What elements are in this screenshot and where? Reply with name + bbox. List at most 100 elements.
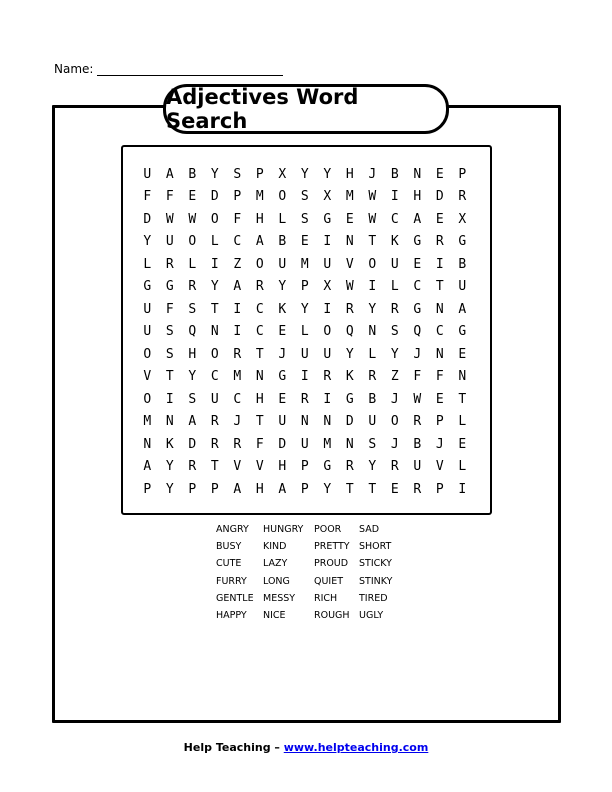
grid-cell[interactable]: T: [429, 276, 452, 299]
grid-cell[interactable]: Q: [181, 321, 204, 344]
grid-cell[interactable]: P: [294, 456, 317, 479]
grid-cell[interactable]: T: [361, 478, 384, 501]
grid-cell[interactable]: P: [249, 163, 272, 186]
grid-cell[interactable]: J: [429, 433, 452, 456]
grid-cell[interactable]: N: [159, 411, 182, 434]
grid-cell[interactable]: N: [451, 366, 474, 389]
grid-cell[interactable]: T: [249, 411, 272, 434]
grid-cell[interactable]: I: [226, 298, 249, 321]
grid-cell[interactable]: K: [339, 366, 362, 389]
grid-cell[interactable]: Y: [204, 163, 227, 186]
grid-cell[interactable]: J: [361, 163, 384, 186]
grid-cell[interactable]: H: [249, 478, 272, 501]
grid-cell[interactable]: Y: [294, 163, 317, 186]
grid-cell[interactable]: Y: [181, 366, 204, 389]
grid-cell[interactable]: U: [294, 433, 317, 456]
grid-cell[interactable]: W: [339, 276, 362, 299]
grid-cell[interactable]: R: [249, 276, 272, 299]
grid-cell[interactable]: R: [406, 478, 429, 501]
grid-cell[interactable]: J: [406, 343, 429, 366]
grid-cell[interactable]: X: [316, 186, 339, 209]
grid-cell[interactable]: A: [226, 478, 249, 501]
grid-cell[interactable]: R: [451, 186, 474, 209]
grid-cell[interactable]: S: [159, 343, 182, 366]
grid-cell[interactable]: L: [451, 411, 474, 434]
grid-cell[interactable]: H: [271, 456, 294, 479]
grid-cell[interactable]: M: [226, 366, 249, 389]
grid-cell[interactable]: W: [181, 208, 204, 231]
grid-cell[interactable]: R: [159, 253, 182, 276]
grid-cell[interactable]: R: [204, 433, 227, 456]
grid-cell[interactable]: I: [316, 388, 339, 411]
grid-cell[interactable]: U: [136, 298, 159, 321]
grid-cell[interactable]: A: [451, 298, 474, 321]
grid-cell[interactable]: W: [406, 388, 429, 411]
grid-cell[interactable]: E: [181, 186, 204, 209]
grid-cell[interactable]: Z: [384, 366, 407, 389]
grid-cell[interactable]: N: [429, 298, 452, 321]
grid-cell[interactable]: L: [384, 276, 407, 299]
grid-cell[interactable]: Y: [136, 231, 159, 254]
grid-cell[interactable]: P: [136, 478, 159, 501]
grid-cell[interactable]: O: [136, 388, 159, 411]
grid-cell[interactable]: M: [294, 253, 317, 276]
grid-cell[interactable]: I: [316, 231, 339, 254]
grid-cell[interactable]: X: [316, 276, 339, 299]
grid-cell[interactable]: D: [339, 411, 362, 434]
grid-cell[interactable]: Y: [294, 298, 317, 321]
grid-cell[interactable]: N: [249, 366, 272, 389]
grid-cell[interactable]: V: [339, 253, 362, 276]
grid-cell[interactable]: W: [361, 186, 384, 209]
grid-cell[interactable]: S: [361, 433, 384, 456]
grid-cell[interactable]: T: [159, 366, 182, 389]
grid-cell[interactable]: F: [159, 186, 182, 209]
grid-cell[interactable]: Q: [406, 321, 429, 344]
grid-cell[interactable]: C: [226, 231, 249, 254]
grid-cell[interactable]: M: [249, 186, 272, 209]
grid-cell[interactable]: K: [271, 298, 294, 321]
grid-cell[interactable]: B: [361, 388, 384, 411]
grid-cell[interactable]: P: [204, 478, 227, 501]
grid-cell[interactable]: G: [406, 298, 429, 321]
grid-cell[interactable]: P: [181, 478, 204, 501]
grid-cell[interactable]: G: [316, 456, 339, 479]
grid-cell[interactable]: T: [204, 456, 227, 479]
grid-cell[interactable]: U: [136, 163, 159, 186]
grid-cell[interactable]: N: [361, 321, 384, 344]
grid-cell[interactable]: G: [406, 231, 429, 254]
grid-cell[interactable]: K: [384, 231, 407, 254]
grid-cell[interactable]: T: [451, 388, 474, 411]
grid-cell[interactable]: G: [451, 321, 474, 344]
grid-cell[interactable]: O: [136, 343, 159, 366]
grid-cell[interactable]: Z: [226, 253, 249, 276]
grid-cell[interactable]: A: [406, 208, 429, 231]
grid-cell[interactable]: R: [429, 231, 452, 254]
grid-cell[interactable]: B: [451, 253, 474, 276]
grid-cell[interactable]: U: [159, 231, 182, 254]
grid-cell[interactable]: G: [159, 276, 182, 299]
grid-cell[interactable]: R: [406, 411, 429, 434]
grid-cell[interactable]: T: [361, 231, 384, 254]
grid-cell[interactable]: U: [406, 456, 429, 479]
grid-cell[interactable]: A: [181, 411, 204, 434]
grid-cell[interactable]: B: [384, 163, 407, 186]
grid-cell[interactable]: I: [316, 298, 339, 321]
grid-cell[interactable]: R: [294, 388, 317, 411]
grid-cell[interactable]: R: [181, 276, 204, 299]
grid-cell[interactable]: J: [226, 411, 249, 434]
grid-cell[interactable]: S: [294, 186, 317, 209]
grid-cell[interactable]: I: [159, 388, 182, 411]
grid-cell[interactable]: S: [294, 208, 317, 231]
grid-cell[interactable]: H: [249, 388, 272, 411]
grid-cell[interactable]: A: [159, 163, 182, 186]
grid-cell[interactable]: V: [226, 456, 249, 479]
grid-cell[interactable]: M: [136, 411, 159, 434]
grid-cell[interactable]: I: [451, 478, 474, 501]
grid-cell[interactable]: O: [316, 321, 339, 344]
grid-cell[interactable]: G: [316, 208, 339, 231]
grid-cell[interactable]: Y: [159, 478, 182, 501]
grid-cell[interactable]: R: [339, 298, 362, 321]
grid-cell[interactable]: X: [271, 163, 294, 186]
grid-cell[interactable]: C: [406, 276, 429, 299]
grid-cell[interactable]: F: [249, 433, 272, 456]
